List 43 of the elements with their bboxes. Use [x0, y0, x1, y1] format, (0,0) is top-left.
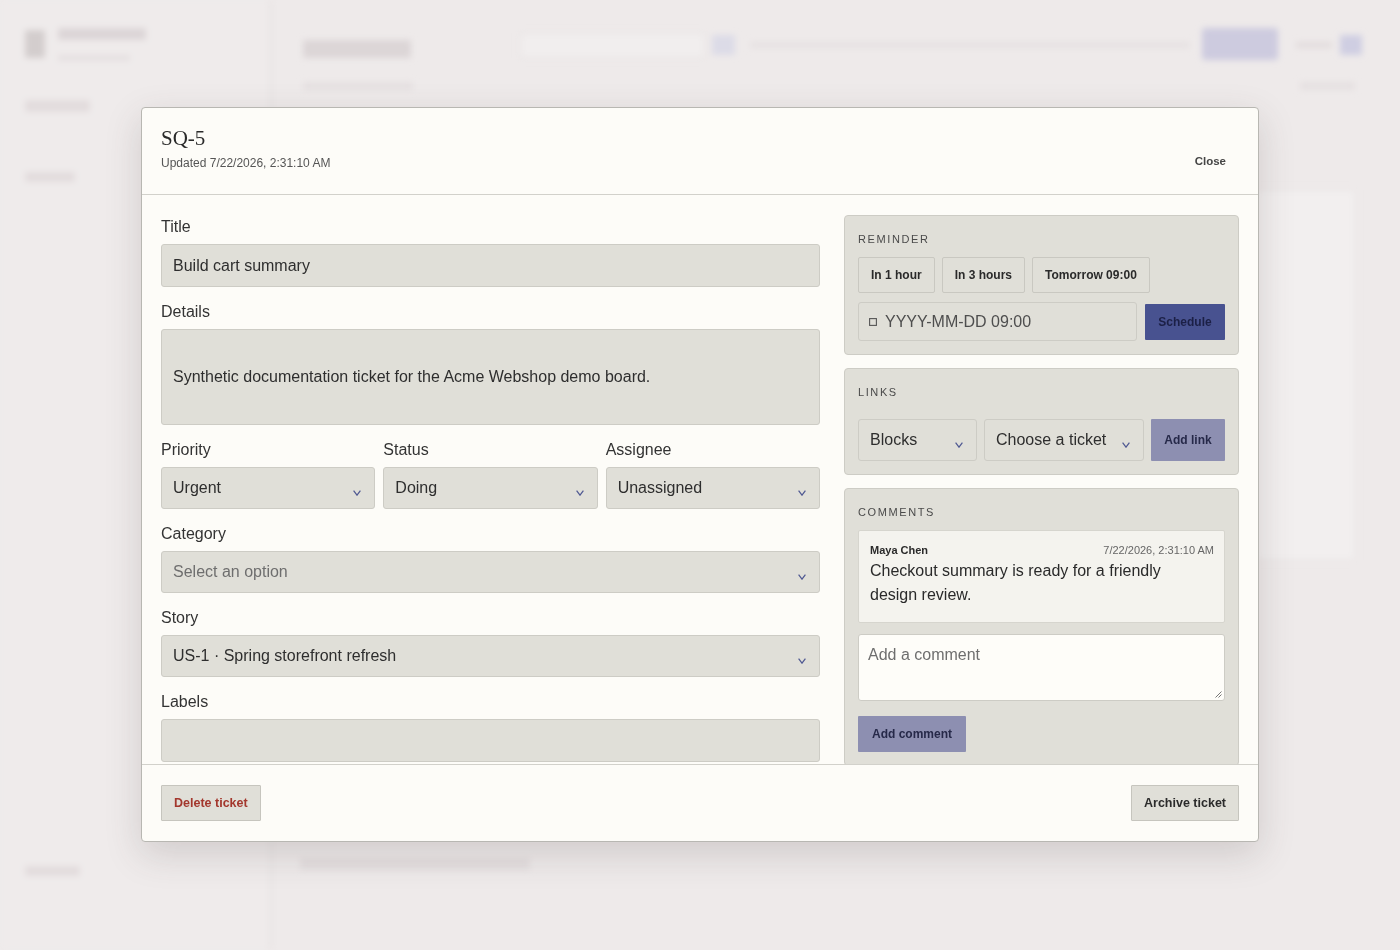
comment-author: Maya Chen [870, 543, 929, 558]
field-label: Status [383, 440, 430, 460]
textarea-field[interactable]: Synthetic documentation ticket for the Acme Webshop demo board. [161, 329, 820, 425]
updated-timestamp: Updated 7/22/2026, 2:31:10 AM [161, 155, 331, 171]
chevron-down-icon [798, 489, 806, 496]
field-label: Priority [161, 440, 212, 460]
ticket-select[interactable]: Choose a ticket [984, 419, 1144, 461]
field-label: Labels [161, 692, 210, 712]
chevron-down-icon [798, 573, 806, 580]
section-heading: LINKS [858, 385, 899, 400]
field-label: Title [161, 217, 192, 237]
resize-grip-icon [1215, 691, 1222, 698]
field-label: Assignee [605, 440, 673, 460]
chevron-down-icon [798, 657, 806, 664]
delete-button[interactable]: Delete ticket [161, 785, 261, 821]
preset-button[interactable]: In 3 hours [941, 257, 1025, 293]
input-field[interactable]: Build cart summary [161, 244, 820, 287]
comment-text: Checkout summary is ready for a friendly design review. [870, 561, 1162, 605]
field-label: Story [161, 608, 200, 628]
chevron-down-icon [955, 441, 963, 448]
select-field[interactable]: Select an option [161, 551, 820, 593]
footer-button[interactable]: Archive ticket [1131, 785, 1239, 821]
select-field[interactable]: Urgent [161, 467, 376, 509]
section-heading: COMMENTS [858, 505, 936, 520]
select-field[interactable]: Unassigned [605, 467, 820, 509]
chevron-down-icon [575, 489, 584, 496]
select-field[interactable]: Doing [383, 467, 598, 509]
field-label: Details [161, 302, 211, 322]
chevron-down-icon [353, 489, 362, 496]
preset-button[interactable]: In 1 hour [858, 257, 935, 293]
comment-time: 7/22/2026, 2:31:10 AM [1103, 543, 1214, 558]
date-input-field[interactable]: YYYY-MM-DD 09:00 [858, 302, 1137, 341]
chevron-down-icon [1122, 441, 1130, 448]
field-label: Category [161, 524, 227, 544]
section-heading: REMINDER [858, 232, 931, 247]
ticket-id-title: SQ-5 [161, 125, 207, 151]
close-button[interactable]: Close [1182, 147, 1238, 175]
preset-button[interactable]: Tomorrow 09:00 [1032, 257, 1150, 293]
select-field[interactable]: US-1 · Spring storefront refresh [161, 635, 820, 677]
link-type-select[interactable]: Blocks [858, 419, 977, 461]
comment-textarea[interactable]: Add a comment [858, 634, 1225, 701]
input-field[interactable] [161, 719, 820, 762]
square-icon [869, 317, 877, 326]
